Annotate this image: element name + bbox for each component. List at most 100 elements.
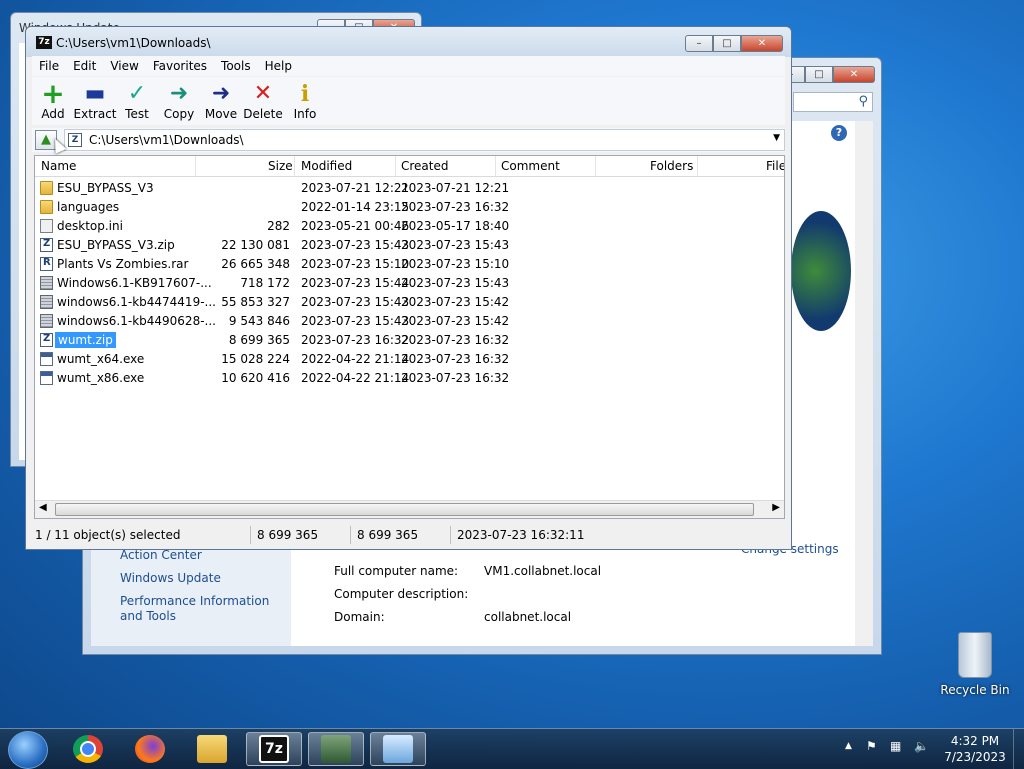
file-size: 22 130 081 [221,238,290,252]
recycle-bin[interactable]: Recycle Bin [940,630,1010,700]
cabinet-file-icon [40,295,53,309]
taskbar-network-app[interactable] [308,732,364,766]
file-name: windows6.1-kb4474419-... [57,295,216,309]
performance-info-link[interactable]: Performance Information and Tools [120,594,290,624]
taskbar-firefox[interactable] [122,732,178,766]
close-icon[interactable]: ✕ [833,66,875,83]
chevron-down-icon[interactable]: ▼ [773,133,780,143]
column-separator [697,156,698,176]
menu-file[interactable]: File [32,59,66,73]
file-row-selected[interactable]: wumt.zip 8 699 365 2023-07-23 16:32 2023… [35,331,784,350]
status-selected: 1 / 11 object(s) selected [35,528,181,542]
start-orb-icon[interactable] [8,731,48,769]
delete-button[interactable]: ✕ Delete [242,77,284,125]
show-hidden-icons-icon[interactable]: ▲ [845,741,852,751]
file-row[interactable]: ESU_BYPASS_V3.zip 22 130 081 2023-07-23 … [35,236,784,255]
file-row[interactable]: desktop.ini 282 2023-05-21 00:46 2023-05… [35,217,784,236]
column-separator [395,156,396,176]
file-row[interactable]: windows6.1-kb4490628-... 9 543 846 2023-… [35,312,784,331]
recycle-bin-icon [958,632,992,678]
taskbar-explorer[interactable] [184,732,240,766]
column-size[interactable]: Size [268,159,293,173]
help-icon[interactable]: ? [831,125,847,141]
move-button[interactable]: ➜ Move [200,77,242,125]
windows-update-link[interactable]: Windows Update [120,571,221,585]
file-row[interactable]: wumt_x64.exe 15 028 224 2022-04-22 21:14… [35,350,784,369]
taskbar-7zip[interactable]: 7z [246,732,302,766]
search-input[interactable]: ⚲ [793,92,873,112]
volume-icon[interactable]: 🔈 [914,739,929,753]
search-icon: ⚲ [858,94,868,109]
7zip-icon: 7z [259,735,289,763]
file-size: 8 699 365 [228,333,290,347]
extract-button[interactable]: ▬ Extract [73,77,117,125]
extract-label: Extract [73,107,117,121]
column-folders[interactable]: Folders [650,159,693,173]
action-center-link[interactable]: Action Center [120,548,202,562]
address-combo[interactable]: Z C:\Users\vm1\Downloads\ ▼ [64,129,785,151]
column-modified[interactable]: Modified [301,159,352,173]
file-row[interactable]: Plants Vs Zombies.rar 26 665 348 2023-07… [35,255,784,274]
show-desktop-button[interactable] [1013,729,1024,769]
file-size: 282 [267,219,290,233]
test-button[interactable]: ✓ Test [116,77,158,125]
file-row[interactable]: wumt_x86.exe 10 620 416 2022-04-22 21:14… [35,369,784,388]
taskbar-control-panel[interactable] [370,732,426,766]
minimize-icon[interactable]: – [685,35,713,52]
file-modified: 2023-07-23 15:44 [301,276,410,290]
file-row[interactable]: windows6.1-kb4474419-... 55 853 327 2023… [35,293,784,312]
file-name: languages [57,200,120,214]
maximize-icon[interactable]: □ [713,35,741,52]
info-button[interactable]: i Info [284,77,326,125]
copy-label: Copy [163,107,195,121]
menu-view[interactable]: View [103,59,145,73]
copy-button[interactable]: ➜ Copy [158,77,200,125]
file-row[interactable]: languages 2022-01-14 23:15 2023-07-23 16… [35,198,784,217]
menu-tools[interactable]: Tools [214,59,258,73]
column-files[interactable]: File [766,159,784,173]
file-modified: 2023-07-23 15:43 [301,295,410,309]
scroll-left-icon[interactable]: ◀ [39,502,47,513]
scroll-right-icon[interactable]: ▶ [772,502,780,513]
close-icon[interactable]: ✕ [741,35,783,52]
column-created[interactable]: Created [401,159,449,173]
column-comment[interactable]: Comment [501,159,560,173]
cabinet-file-icon [40,314,53,328]
clock[interactable]: 4:32 PM 7/23/2023 [940,733,1010,765]
network-icon[interactable]: ▦ [890,739,901,753]
file-list[interactable]: Name Size Modified Created Comment Folde… [34,155,785,519]
7zip-title-bar[interactable]: 7z C:\Users\vm1\Downloads\ – □ ✕ [26,27,791,57]
full-computer-name-value: VM1.collabnet.local [484,564,602,578]
7zip-caption-buttons: – □ ✕ [685,35,783,52]
menu-help[interactable]: Help [258,59,299,73]
cabinet-file-icon [40,276,53,290]
action-center-flag-icon[interactable]: ⚑ [866,739,877,753]
status-bar: 1 / 11 object(s) selected 8 699 365 8 69… [32,524,785,546]
domain-value: collabnet.local [484,610,572,624]
network-app-icon [321,735,351,763]
status-size: 8 699 365 [257,528,319,542]
zip-archive-icon [40,238,53,252]
taskbar: 7z ▲ ⚑ ▦ 🔈 4:32 PM 7/23/2023 [0,728,1024,769]
vertical-scrollbar[interactable] [855,121,873,646]
scrollbar-thumb[interactable] [55,503,754,516]
7zip-window[interactable]: 7z C:\Users\vm1\Downloads\ – □ ✕ File Ed… [25,26,792,550]
file-size: 26 665 348 [221,257,290,271]
file-row[interactable]: ESU_BYPASS_V3 2023-07-21 12:21 2023-07-2… [35,179,784,198]
status-packed: 8 699 365 [357,528,419,542]
file-size: 9 543 846 [228,314,290,328]
menu-favorites[interactable]: Favorites [146,59,214,73]
column-name[interactable]: Name [41,159,76,173]
add-button[interactable]: + Add [32,77,74,125]
file-name: ESU_BYPASS_V3 [57,181,154,195]
file-created: 2023-07-23 16:32 [401,200,510,214]
firefox-icon [135,735,165,763]
file-size: 55 853 327 [221,295,290,309]
taskbar-chrome[interactable] [60,732,116,766]
file-row[interactable]: Windows6.1-KB917607-... 718 172 2023-07-… [35,274,784,293]
menu-edit[interactable]: Edit [66,59,103,73]
file-created: 2023-07-23 16:32 [401,371,510,385]
file-name: desktop.ini [57,219,123,233]
horizontal-scrollbar[interactable]: ◀ ▶ [35,500,784,518]
maximize-icon[interactable]: □ [805,66,833,83]
